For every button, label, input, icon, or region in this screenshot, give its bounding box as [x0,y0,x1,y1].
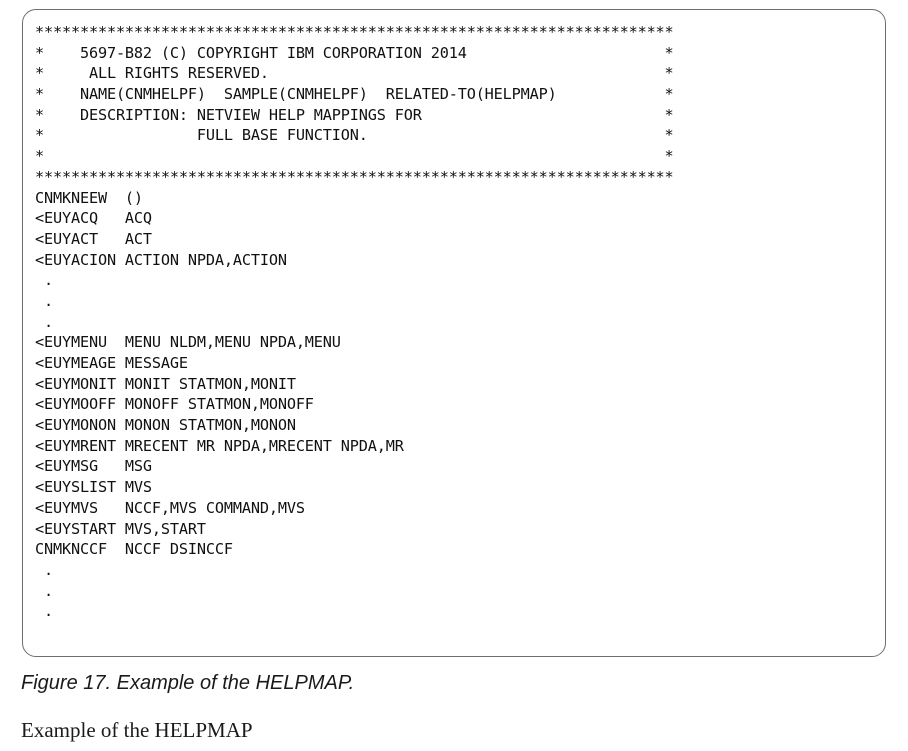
code-line: <EUYACION ACTION NPDA,ACTION [35,250,287,269]
code-line: <EUYMONON MONON STATMON,MONON [35,416,296,435]
code-line: <EUYMONIT MONIT STATMON,MONIT [35,374,296,393]
code-line: CNMKNEEW () [35,188,143,207]
code-line: <EUYMVS NCCF,MVS COMMAND,MVS [35,498,305,517]
code-line: <EUYMENU MENU NLDM,MENU NPDA,MENU [35,333,341,352]
code-line: * FULL BASE FUNCTION. * [35,126,674,145]
code-line: * * [35,147,674,166]
figure-caption: Figure 17. Example of the HELPMAP. [21,672,355,694]
code-line: <EUYMEAGE MESSAGE [35,354,188,372]
code-line: <EUYSTART MVS,START [35,519,206,538]
code-line: . [35,291,53,310]
code-line: . [35,560,53,579]
code-line: CNMKNCCF NCCF DSINCCF [35,540,233,559]
code-line: * NAME(CNMHELPF) SAMPLE(CNMHELPF) RELATE… [35,85,674,104]
code-example-box: ****************************************… [22,9,886,657]
code-line: * 5697-B82 (C) COPYRIGHT IBM CORPORATION… [35,43,674,62]
code-listing: ****************************************… [35,22,674,622]
code-line: ****************************************… [35,167,674,186]
code-line: . [35,271,53,290]
code-line: <EUYACT ACT [35,229,152,248]
code-line: <EUYMOOFF MONOFF STATMON,MONOFF [35,395,314,414]
code-line: <EUYMRENT MRECENT MR NPDA,MRECENT NPDA,M… [35,436,404,455]
code-line: . [35,602,53,621]
code-line: <EUYSLIST MVS [35,478,152,497]
code-line: . [35,581,53,600]
code-line: <EUYMSG MSG [35,457,152,476]
body-paragraph: Example of the HELPMAP [21,718,253,742]
code-line: . [35,312,53,331]
code-line: * ALL RIGHTS RESERVED. * [35,64,674,83]
code-line: * DESCRIPTION: NETVIEW HELP MAPPINGS FOR… [35,105,674,124]
code-line: ****************************************… [35,23,674,41]
code-line: <EUYACQ ACQ [35,209,152,228]
